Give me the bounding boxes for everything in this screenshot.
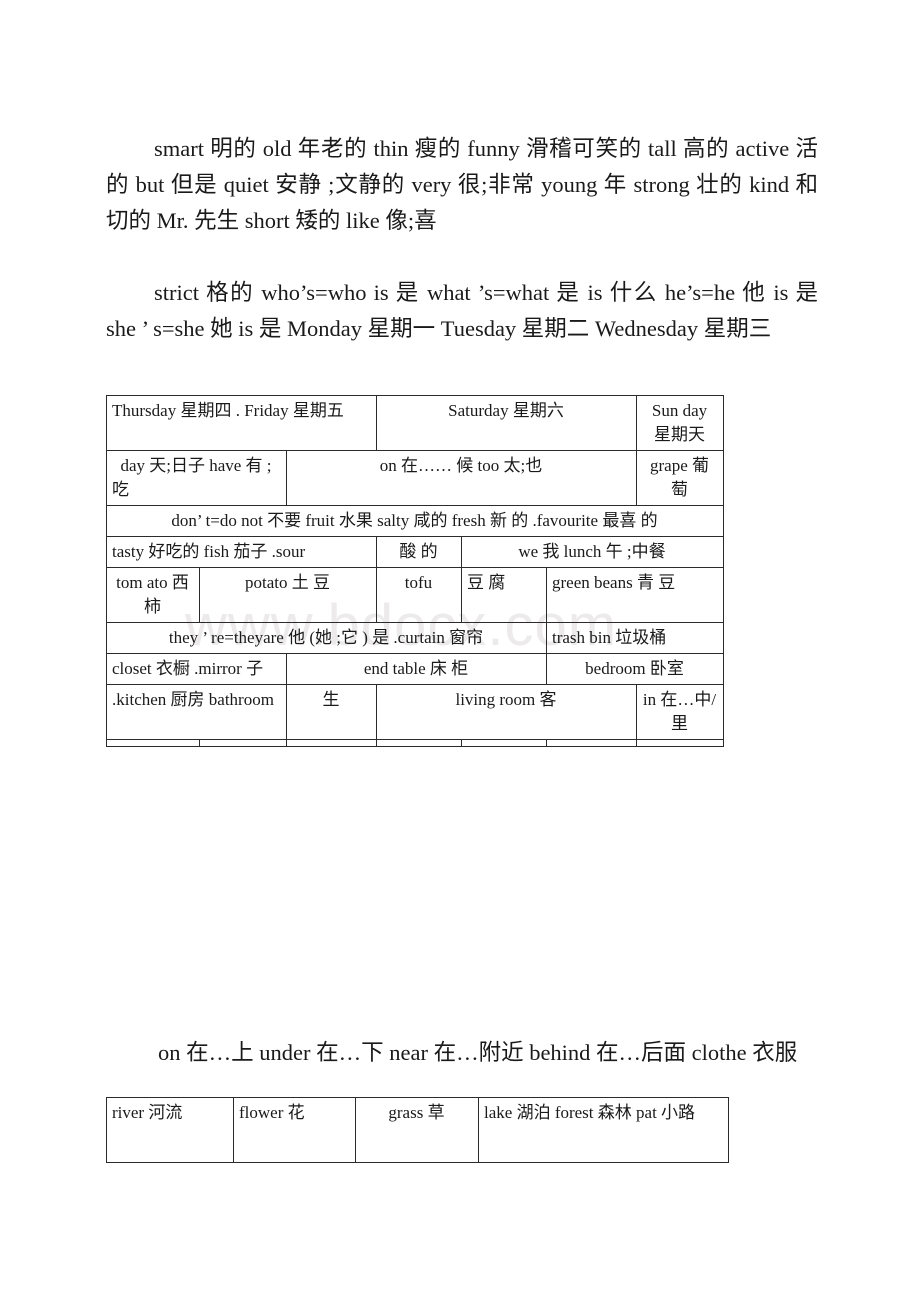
cell-flower: flower 花 bbox=[233, 1097, 356, 1163]
cell-potato: potato 土 豆 bbox=[199, 567, 377, 623]
cell-theyre-curtain: they ’ re=theyare 他 (她 ;它 ) 是 .curtain 窗… bbox=[106, 622, 547, 654]
cell-dont-fruit: don’ t=do not 不要 fruit 水果 salty 咸的 fresh… bbox=[106, 505, 724, 537]
cell-sunday: Sun day 星期天 bbox=[636, 395, 724, 451]
table-row: don’ t=do not 不要 fruit 水果 salty 咸的 fresh… bbox=[106, 505, 724, 537]
cell-tofu: tofu bbox=[376, 567, 462, 623]
cell-on-too: on 在…… 候 too 太;也 bbox=[286, 450, 637, 506]
cell-closet-mirror: closet 衣橱 .mirror 子 bbox=[106, 653, 287, 685]
cell-empty bbox=[376, 739, 462, 747]
cell-end-table: end table 床 柜 bbox=[286, 653, 547, 685]
cell-empty bbox=[546, 739, 637, 747]
cell-day-have: day 天;日子 have 有 ;吃 bbox=[106, 450, 287, 506]
nature-vocabulary-table: river 河流 flower 花 grass 草 lake 湖泊 forest… bbox=[106, 1097, 729, 1163]
table-row: Thursday 星期四 . Friday 星期五 Saturday 星期六 S… bbox=[106, 395, 724, 451]
cell-sheng: 生 bbox=[286, 684, 377, 740]
vocabulary-paragraph-contractions: strict 格的 who’s=who is 是 what ’s=what 是 … bbox=[106, 279, 818, 341]
cell-we-lunch: we 我 lunch 午 ;中餐 bbox=[461, 536, 724, 568]
cell-tomato: tom ato 西 柿 bbox=[106, 567, 200, 623]
cell-saturday: Saturday 星期六 bbox=[376, 395, 637, 451]
cell-sour-cn: 酸 的 bbox=[376, 536, 462, 568]
cell-empty bbox=[106, 739, 200, 747]
cell-empty bbox=[461, 739, 547, 747]
cell-green-beans: green beans 青 豆 bbox=[546, 567, 724, 623]
table-row: day 天;日子 have 有 ;吃 on 在…… 候 too 太;也 grap… bbox=[106, 450, 724, 506]
cell-empty bbox=[286, 739, 377, 747]
table-row: tasty 好吃的 fish 茄子 .sour 酸 的 we 我 lunch 午… bbox=[106, 536, 724, 568]
table-row: .kitchen 厨房 bathroom 生 living room 客 in … bbox=[106, 684, 724, 740]
cell-thursday-friday: Thursday 星期四 . Friday 星期五 bbox=[106, 395, 377, 451]
cell-kitchen-bathroom: .kitchen 厨房 bathroom bbox=[106, 684, 287, 740]
cell-lake-forest-path: lake 湖泊 forest 森林 pat 小路 bbox=[478, 1097, 729, 1163]
table-row: river 河流 flower 花 grass 草 lake 湖泊 forest… bbox=[106, 1097, 729, 1163]
cell-trash-bin: trash bin 垃圾桶 bbox=[546, 622, 724, 654]
vocabulary-paragraph-adjectives: smart 明的 old 年老的 thin 瘦的 funny 滑稽可笑的 tal… bbox=[106, 135, 818, 233]
table-row: they ’ re=theyare 他 (她 ;它 ) 是 .curtain 窗… bbox=[106, 622, 724, 654]
table-row: closet 衣橱 .mirror 子 end table 床 柜 bedroo… bbox=[106, 653, 724, 685]
cell-grass: grass 草 bbox=[355, 1097, 479, 1163]
cell-empty bbox=[199, 739, 287, 747]
table-row: tom ato 西 柿 potato 土 豆 tofu 豆 腐 green be… bbox=[106, 567, 724, 623]
cell-in-prep: in 在…中/里 bbox=[636, 684, 724, 740]
cell-empty bbox=[636, 739, 724, 747]
cell-tofu-cn: 豆 腐 bbox=[461, 567, 547, 623]
table-row bbox=[106, 739, 724, 747]
vocabulary-paragraph-prepositions: on 在…上 under 在…下 near 在…附近 behind 在…后面 c… bbox=[158, 1039, 798, 1065]
cell-bedroom: bedroom 卧室 bbox=[546, 653, 724, 685]
cell-living-room: living room 客 bbox=[376, 684, 637, 740]
cell-tasty-fish: tasty 好吃的 fish 茄子 .sour bbox=[106, 536, 377, 568]
cell-river: river 河流 bbox=[106, 1097, 234, 1163]
cell-grape: grape 葡萄 bbox=[636, 450, 724, 506]
main-vocabulary-table: Thursday 星期四 . Friday 星期五 Saturday 星期六 S… bbox=[106, 395, 724, 747]
document-page: www.bdocx.com smart 明的 old 年老的 thin 瘦的 f… bbox=[0, 0, 920, 1302]
